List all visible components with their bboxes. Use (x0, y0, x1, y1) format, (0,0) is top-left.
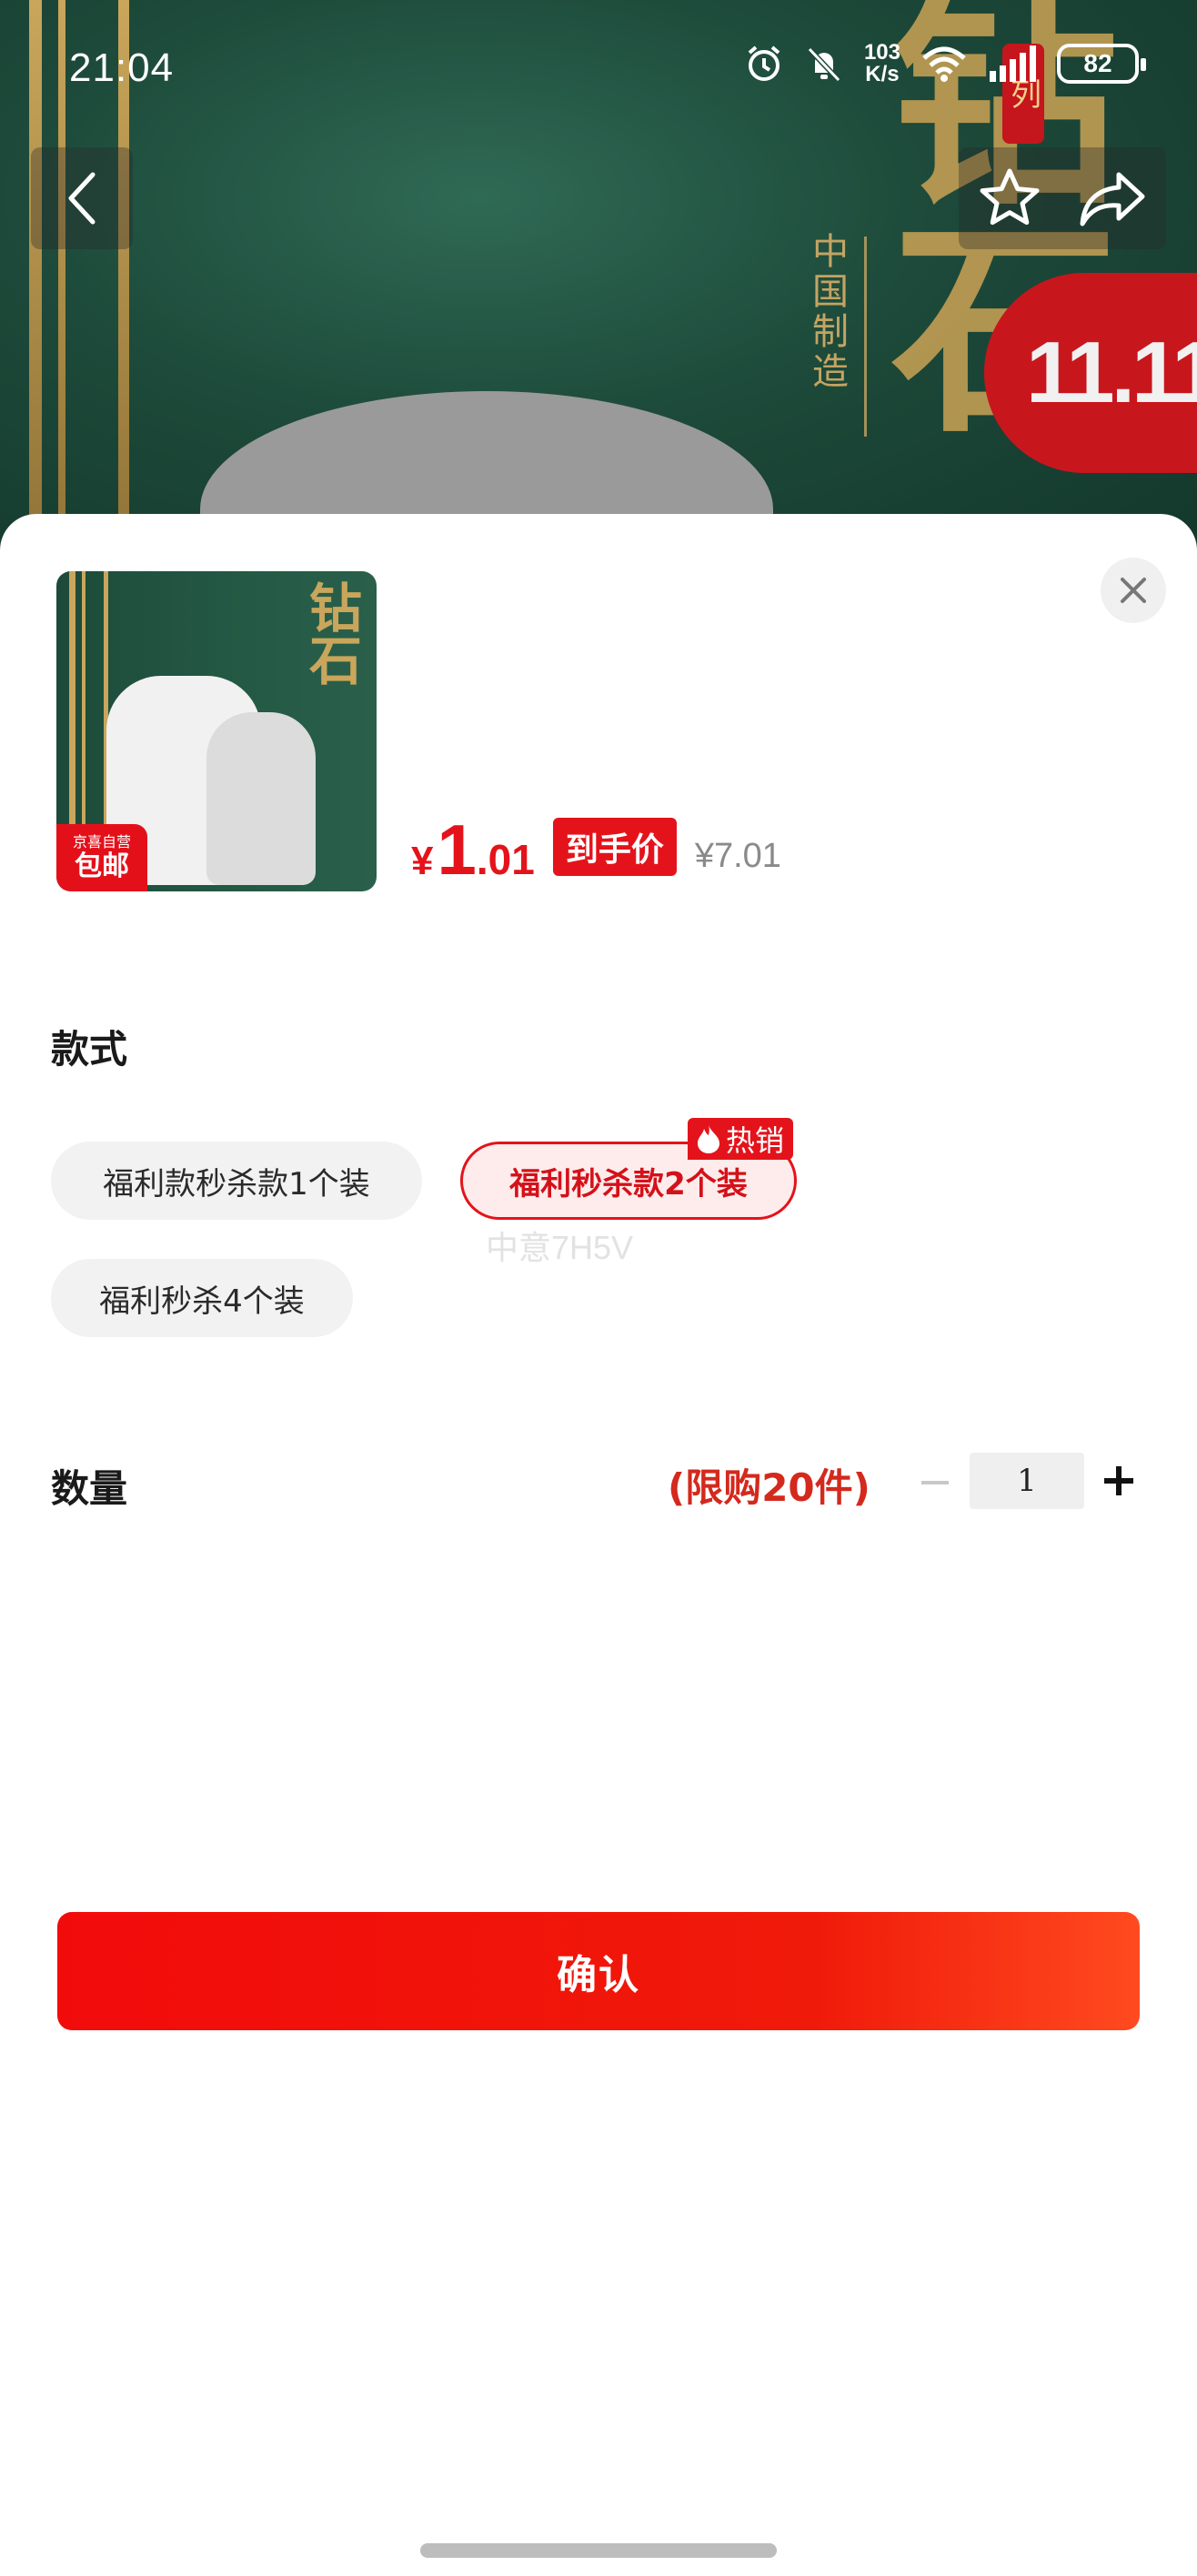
share-icon[interactable] (1079, 169, 1148, 227)
bulb-image (206, 712, 316, 885)
battery-indicator: 82 (1057, 44, 1146, 84)
close-icon (1121, 578, 1146, 603)
price-integer: 1 (437, 810, 477, 890)
watermark-text: 中意7H5V (486, 1229, 634, 1266)
signal-icon (990, 45, 1036, 82)
free-shipping-tag: 京喜自营 包邮 (56, 824, 147, 891)
back-button[interactable] (31, 147, 133, 249)
sku-selection-sheet: 钻石 京喜自营 包邮 ¥ 1 .01 到手价 ¥7.01 款式 福利款秒杀款1个… (0, 514, 1197, 2576)
style-section-title: 款式 (51, 1027, 128, 1072)
thumb-brand-text: 钻石 (300, 580, 362, 686)
network-speed: 103 K/s (864, 42, 900, 86)
style-option-1[interactable]: 福利款秒杀款1个装 (51, 1142, 422, 1220)
network-speed-unit: K/s (865, 62, 900, 86)
original-price: ¥7.01 (694, 837, 781, 875)
increase-quantity-button[interactable] (1104, 1460, 1137, 1502)
deal-price-badge: 到手价 (552, 818, 677, 876)
price-currency: ¥ (411, 839, 434, 883)
divider (864, 236, 867, 437)
hot-sale-badge: 热销 (688, 1118, 794, 1160)
star-icon[interactable] (977, 166, 1042, 231)
wifi-icon (922, 46, 966, 82)
status-time: 21:04 (69, 45, 175, 90)
style-option-3[interactable]: 福利秒杀4个装 (51, 1259, 353, 1337)
purchase-limit-text: (限购20件) (668, 1465, 870, 1510)
minus-icon (921, 1481, 949, 1484)
made-in-china-text: 中国制造 (806, 232, 848, 392)
product-thumbnail: 钻石 京喜自营 包邮 (56, 571, 377, 891)
alarm-icon (748, 45, 780, 81)
status-bar: 21:04 103 K/s 82 (0, 0, 1197, 136)
double-eleven-badge: 11.11 (984, 273, 1197, 473)
home-indicator[interactable] (420, 2543, 777, 2558)
confirm-button[interactable]: 确认 (57, 1912, 1140, 2030)
status-icons: 103 K/s 82 (744, 42, 1146, 86)
price-decimal: .01 (476, 836, 535, 883)
quantity-input[interactable]: 1 (970, 1453, 1084, 1509)
final-price: ¥ 1 .01 (411, 814, 535, 885)
tag-top-text: 京喜自营 (72, 833, 131, 850)
close-button[interactable] (1101, 558, 1166, 623)
flame-icon (698, 1125, 719, 1153)
quantity-section-title: 数量 (51, 1466, 128, 1511)
tag-bottom-text: 包邮 (75, 850, 129, 882)
chevron-left-icon (68, 172, 96, 225)
price-row: ¥ 1 .01 到手价 ¥7.01 (411, 814, 781, 885)
decrease-quantity-button[interactable] (919, 1458, 951, 1507)
header-actions (959, 147, 1166, 249)
hot-sale-text: 热销 (726, 1123, 785, 1158)
mute-bell-icon (807, 46, 841, 83)
network-speed-value: 103 (863, 40, 900, 65)
